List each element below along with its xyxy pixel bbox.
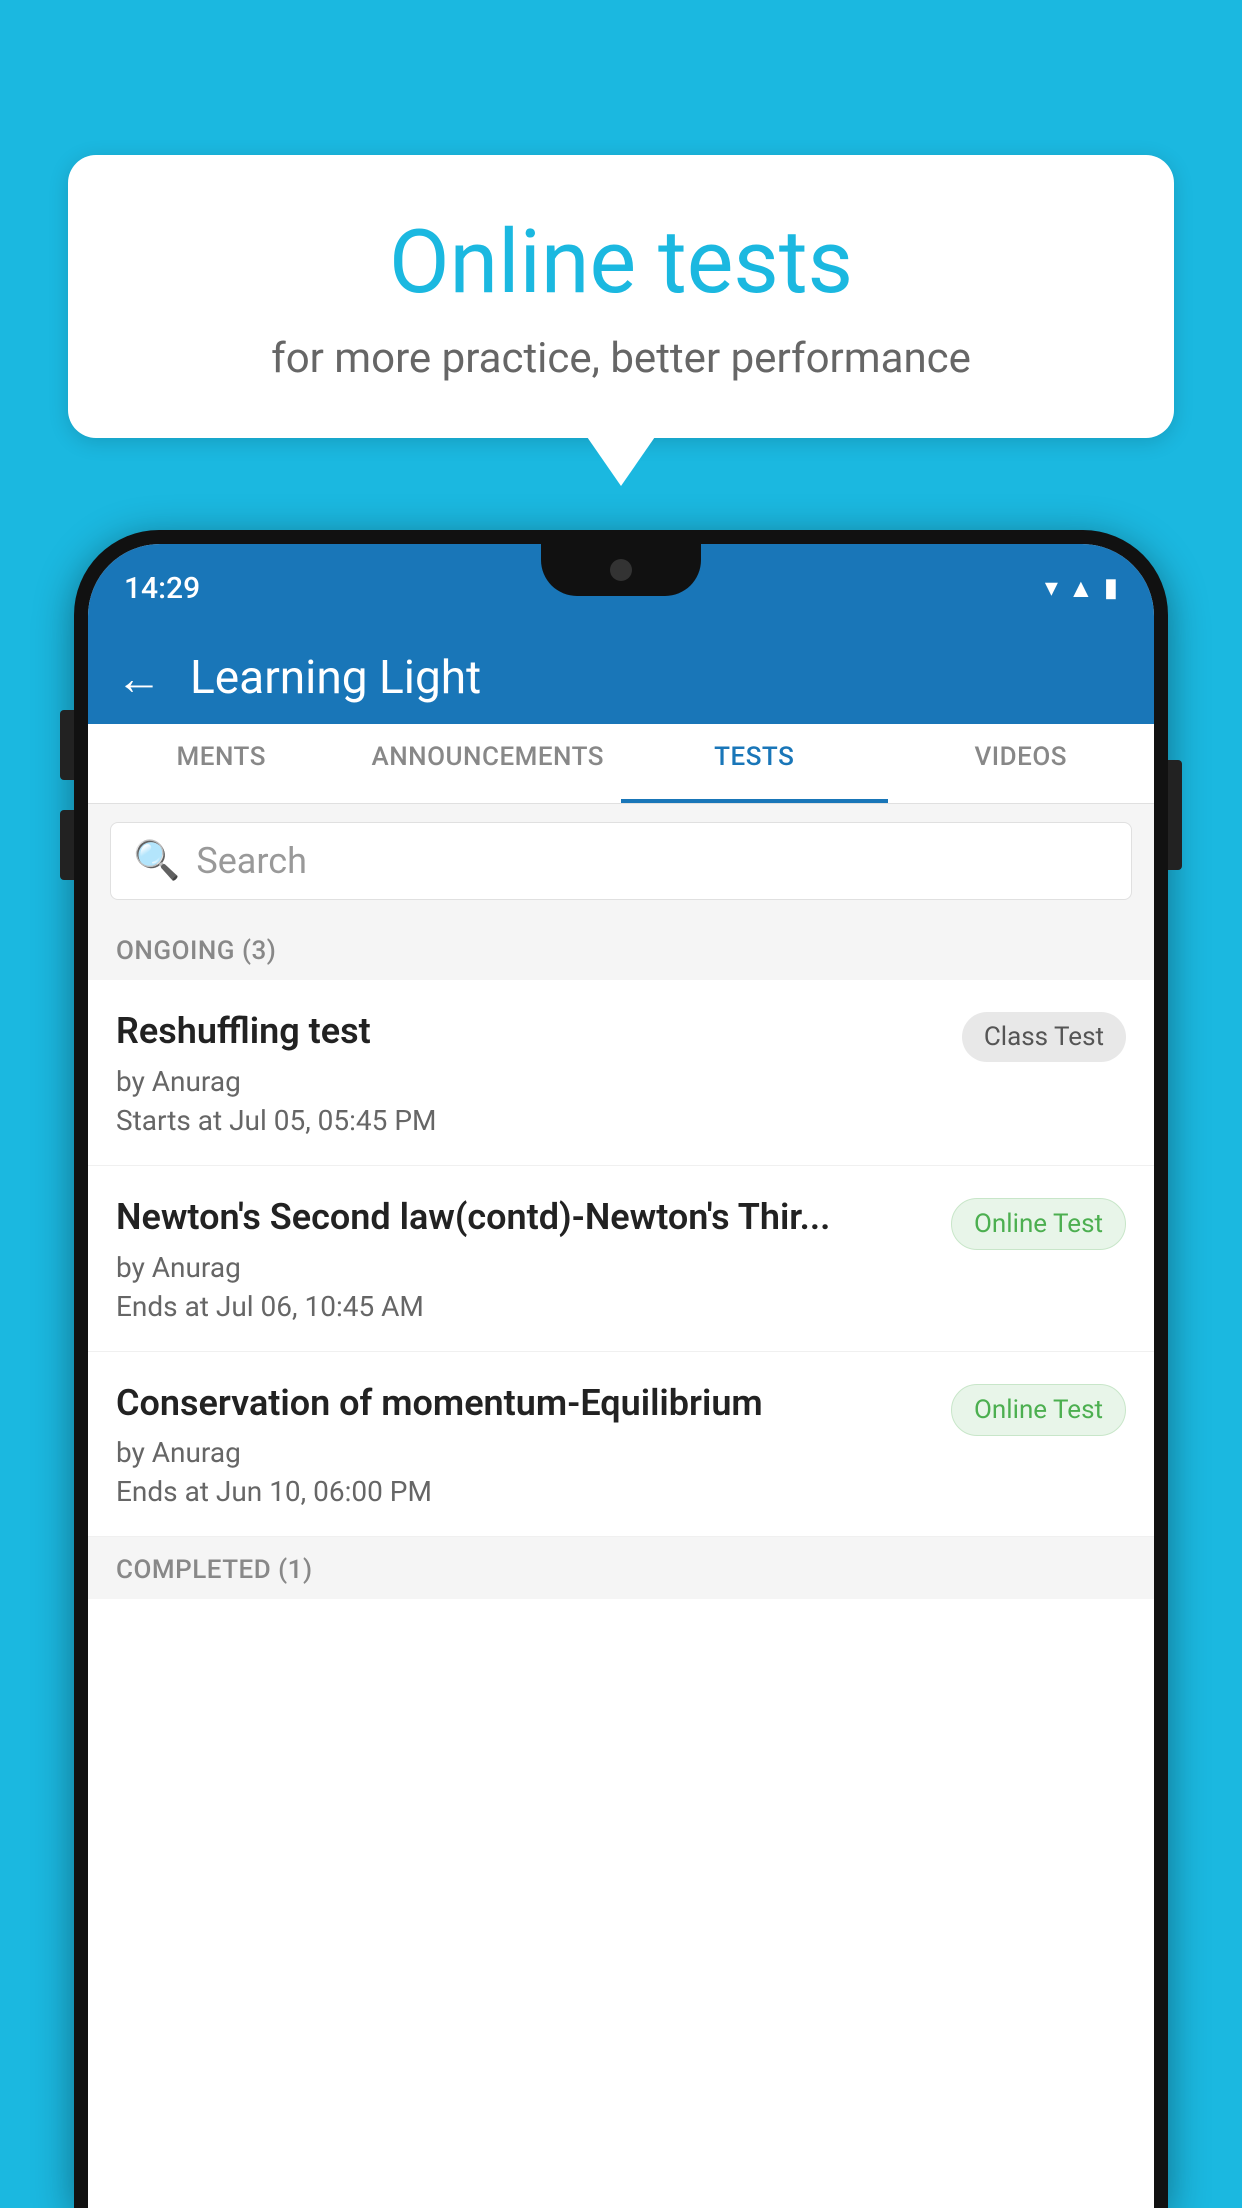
wifi-icon: ▾	[1045, 573, 1058, 603]
test-badge-newtons: Online Test	[951, 1198, 1126, 1250]
search-container: 🔍 Search	[88, 804, 1154, 918]
app-header: ← Learning Light	[88, 632, 1154, 724]
test-time-newtons: Ends at Jul 06, 10:45 AM	[116, 1290, 931, 1323]
tab-announcements[interactable]: ANNOUNCEMENTS	[355, 724, 622, 803]
app-title: Learning Light	[190, 651, 481, 705]
notch	[541, 544, 701, 596]
test-info-reshuffling: Reshuffling test by Anurag Starts at Jul…	[116, 1008, 962, 1137]
test-info-conservation: Conservation of momentum-Equilibrium by …	[116, 1380, 951, 1509]
speech-bubble: Online tests for more practice, better p…	[68, 155, 1174, 438]
test-author-conservation: by Anurag	[116, 1436, 931, 1469]
test-time-conservation: Ends at Jun 10, 06:00 PM	[116, 1475, 931, 1508]
test-name-conservation: Conservation of momentum-Equilibrium	[116, 1380, 931, 1427]
test-name-reshuffling: Reshuffling test	[116, 1008, 942, 1055]
phone-frame: 14:29 ▾ ▲ ▮ ← Learning Light MENTS ANNOU…	[74, 530, 1168, 2208]
status-bar: 14:29 ▾ ▲ ▮	[88, 544, 1154, 632]
test-badge-conservation: Online Test	[951, 1384, 1126, 1436]
tab-tests[interactable]: TESTS	[621, 724, 888, 803]
phone-screen: 14:29 ▾ ▲ ▮ ← Learning Light MENTS ANNOU…	[88, 544, 1154, 2208]
test-info-newtons: Newton's Second law(contd)-Newton's Thir…	[116, 1194, 951, 1323]
bubble-subtitle: for more practice, better performance	[118, 334, 1124, 383]
test-name-newtons: Newton's Second law(contd)-Newton's Thir…	[116, 1194, 931, 1241]
signal-icon: ▲	[1068, 573, 1094, 604]
back-button[interactable]: ←	[116, 651, 162, 706]
ongoing-section-label: ONGOING (3)	[88, 918, 1154, 980]
completed-section-label: COMPLETED (1)	[88, 1537, 1154, 1599]
test-author-newtons: by Anurag	[116, 1251, 931, 1284]
test-time-reshuffling: Starts at Jul 05, 05:45 PM	[116, 1104, 942, 1137]
test-author-reshuffling: by Anurag	[116, 1065, 942, 1098]
phone-btn-power	[1168, 760, 1182, 870]
camera	[610, 559, 632, 581]
tab-ments[interactable]: MENTS	[88, 724, 355, 803]
tab-videos[interactable]: VIDEOS	[888, 724, 1155, 803]
tabs-bar: MENTS ANNOUNCEMENTS TESTS VIDEOS	[88, 724, 1154, 804]
bubble-title: Online tests	[118, 215, 1124, 312]
test-item-conservation[interactable]: Conservation of momentum-Equilibrium by …	[88, 1352, 1154, 1538]
search-placeholder: Search	[196, 840, 307, 882]
search-icon: 🔍	[133, 839, 180, 883]
test-badge-reshuffling: Class Test	[962, 1012, 1126, 1062]
status-icons: ▾ ▲ ▮	[1045, 573, 1118, 604]
test-item-newtons[interactable]: Newton's Second law(contd)-Newton's Thir…	[88, 1166, 1154, 1352]
test-item-reshuffling[interactable]: Reshuffling test by Anurag Starts at Jul…	[88, 980, 1154, 1166]
phone-btn-volume-down	[60, 810, 74, 880]
phone-btn-volume-up	[60, 710, 74, 780]
status-time: 14:29	[124, 571, 200, 606]
battery-icon: ▮	[1104, 573, 1118, 603]
search-box[interactable]: 🔍 Search	[110, 822, 1132, 900]
